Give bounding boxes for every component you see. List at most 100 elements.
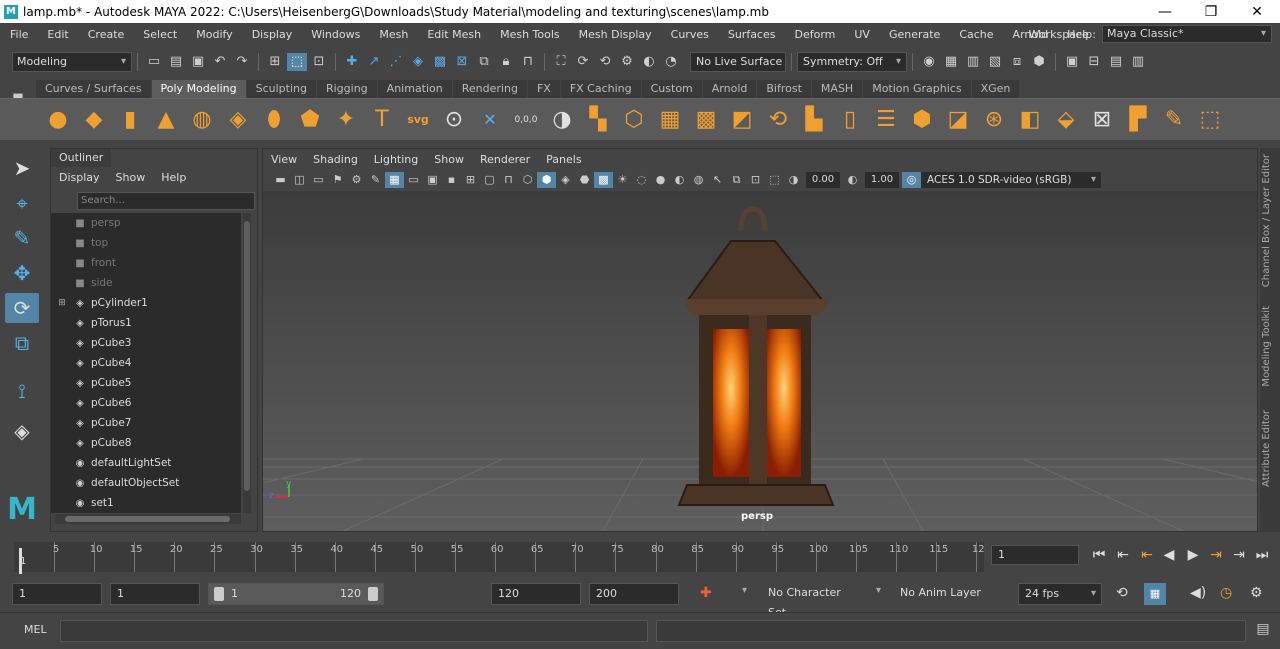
shelf-tab-rendering[interactable]: Rendering — [452, 80, 527, 98]
disc-icon[interactable]: ⬮ — [258, 104, 290, 136]
animation-prefs-icon[interactable]: ⚙ — [1250, 585, 1263, 601]
shelf-tab-poly-modeling[interactable]: Poly Modeling — [151, 80, 246, 98]
restore-button[interactable]: ❐ — [1188, 4, 1234, 20]
ambient-occlusion-icon[interactable]: ◌ — [632, 172, 651, 188]
outliner-item[interactable]: ■ top — [51, 233, 241, 253]
arnold-render-icon[interactable]: ▧ — [985, 53, 1005, 71]
bounding-box-icon[interactable]: ⬚ — [1194, 104, 1226, 136]
menu-surfaces[interactable]: Surfaces — [718, 28, 785, 41]
gamma-field[interactable]: 1.00 — [865, 172, 899, 188]
menu-edit-mesh[interactable]: Edit Mesh — [417, 28, 490, 41]
character-set-dropdown-icon[interactable]: ▾ — [742, 585, 747, 596]
two-d-pan-icon[interactable]: ⚙ — [347, 172, 366, 188]
expand-icon[interactable]: ⊞ — [51, 298, 73, 308]
step-back-frame-icon[interactable]: ⇤ — [1137, 545, 1157, 565]
outliner-item[interactable]: ◈ pCube8 — [51, 433, 241, 453]
last-tool-icon[interactable]: ⟟ — [5, 376, 39, 406]
outliner-menu-show[interactable]: Show — [108, 169, 154, 187]
outliner-item[interactable]: ◈ pCube5 — [51, 373, 241, 393]
field-chart-icon[interactable]: ⊞ — [461, 172, 480, 188]
viewport-menu-lighting[interactable]: Lighting — [366, 151, 426, 169]
toggle-panel-icon[interactable]: ▣ — [1062, 53, 1082, 71]
menu-file[interactable]: File — [0, 28, 37, 41]
snap-surface-icon[interactable]: ▩ — [430, 53, 450, 71]
torus-icon[interactable]: ◍ — [186, 104, 218, 136]
outliner-vertical-scrollbar[interactable] — [243, 213, 251, 513]
viewport-menu-show[interactable]: Show — [426, 151, 472, 169]
time-editor-icon[interactable]: ◷ — [1220, 585, 1232, 601]
camera-attributes-icon[interactable]: ◉ — [919, 53, 939, 71]
step-forward-frame-icon[interactable]: ⇥ — [1206, 545, 1226, 565]
snap-curve-icon[interactable]: ↗ — [364, 53, 384, 71]
outliner-item[interactable]: ■ persp — [51, 213, 241, 233]
exposure-field[interactable]: 0.00 — [806, 172, 840, 188]
color-management-icon[interactable]: ◎ — [902, 172, 921, 188]
menu-deform[interactable]: Deform — [784, 28, 844, 41]
outliner-item[interactable]: ◉ set1 — [51, 493, 241, 513]
attribute-editor-tab[interactable]: Attribute Editor — [1261, 410, 1272, 487]
outliner-horizontal-scrollbar[interactable] — [55, 514, 241, 524]
cylinder-icon[interactable]: ▮ — [114, 104, 146, 136]
outliner-tab[interactable]: Outliner — [51, 149, 112, 167]
platonic-icon[interactable]: ⬟ — [294, 104, 326, 136]
symmetry-dropdown[interactable]: Symmetry: Off — [797, 52, 907, 72]
menu-windows[interactable]: Windows — [301, 28, 369, 41]
snap-point-icon[interactable]: ⋰ — [386, 53, 406, 71]
hypershade-icon[interactable]: ◐ — [639, 53, 659, 71]
bridge-icon[interactable]: ▩ — [690, 104, 722, 136]
save-scene-icon[interactable]: ▣ — [188, 53, 208, 71]
viewport-menu-shading[interactable]: Shading — [305, 151, 366, 169]
lock-icon[interactable]: 🔒︎ — [496, 53, 516, 71]
shelf-tab-mash[interactable]: MASH — [811, 80, 863, 98]
animation-start-field[interactable]: 1 — [12, 583, 102, 605]
type-icon[interactable]: T — [366, 104, 398, 136]
sculpt-icon[interactable]: ◪ — [942, 104, 974, 136]
menu-edit[interactable]: Edit — [37, 28, 77, 41]
motion-blur-icon[interactable]: ● — [651, 172, 670, 188]
sphere-icon[interactable]: ● — [42, 104, 74, 136]
render-sequence-icon[interactable]: ⧈ — [1007, 53, 1027, 71]
snap-icon[interactable]: ✕ — [474, 104, 506, 136]
offset-icon[interactable]: ▯ — [834, 104, 866, 136]
range-start-handle[interactable] — [214, 587, 224, 601]
cone-icon[interactable]: ▲ — [150, 104, 182, 136]
multicut-icon[interactable]: ⟲ — [762, 104, 794, 136]
grid-icon[interactable]: ▦ — [385, 172, 404, 188]
viewport-canvas[interactable]: y z persp — [263, 191, 1257, 531]
lasso-tool-icon[interactable]: ⌖ — [5, 188, 39, 218]
smooth-shade-icon[interactable]: ⬢ — [537, 172, 556, 188]
shelf-tab-bifrost[interactable]: Bifrost — [757, 80, 811, 98]
unfold-icon[interactable]: ⬙ — [1050, 104, 1082, 136]
xray-components-icon[interactable]: ⬚ — [765, 172, 784, 188]
menu-mesh[interactable]: Mesh — [369, 28, 417, 41]
animation-end-field[interactable]: 200 — [589, 583, 679, 605]
quad-draw-icon[interactable]: ⊛ — [978, 104, 1010, 136]
step-forward-key-icon[interactable]: ⇥ — [1229, 545, 1249, 565]
cache-playback-icon[interactable]: ▦ — [1144, 583, 1166, 605]
move-tool-icon[interactable]: ✥ — [5, 258, 39, 288]
outliner-item[interactable]: ◉ defaultObjectSet — [51, 473, 241, 493]
plane-icon[interactable]: ◈ — [222, 104, 254, 136]
shelf-tab-animation[interactable]: Animation — [377, 80, 452, 98]
render-frame-icon[interactable]: ▦ — [941, 53, 961, 71]
redo-icon[interactable]: ↷ — [232, 53, 252, 71]
paint-select-icon[interactable]: ✎ — [5, 223, 39, 253]
menu-create[interactable]: Create — [78, 28, 134, 41]
shadows-icon[interactable]: ☀ — [613, 172, 632, 188]
color-space-dropdown[interactable]: ACES 1.0 SDR-video (sRGB) — [921, 172, 1101, 188]
combine-icon[interactable]: ◑ — [546, 104, 578, 136]
outliner-search-input[interactable]: Search... — [77, 192, 255, 210]
undo-icon[interactable]: ↶ — [210, 53, 230, 71]
new-scene-icon[interactable]: ▭ — [144, 53, 164, 71]
uv-icon[interactable]: ⊠ — [1086, 104, 1118, 136]
play-backward-icon[interactable]: ◀ — [1159, 545, 1179, 565]
time-slider[interactable]: 1 5 10 15 20 25 30 35 40 45 50 55 60 65 70 75 80 85 90 95 1… — [14, 538, 985, 574]
extrude-icon[interactable]: ▦ — [654, 104, 686, 136]
viewport-menu-panels[interactable]: Panels — [538, 151, 589, 169]
depth-of-field-icon[interactable]: ◍ — [689, 172, 708, 188]
menu-mesh-tools[interactable]: Mesh Tools — [490, 28, 569, 41]
open-scene-icon[interactable]: ▤ — [166, 53, 186, 71]
outliner-item[interactable]: ◈ pCube4 — [51, 353, 241, 373]
bevel-icon[interactable]: ◩ — [726, 104, 758, 136]
sweep-icon[interactable]: ✦ — [330, 104, 362, 136]
